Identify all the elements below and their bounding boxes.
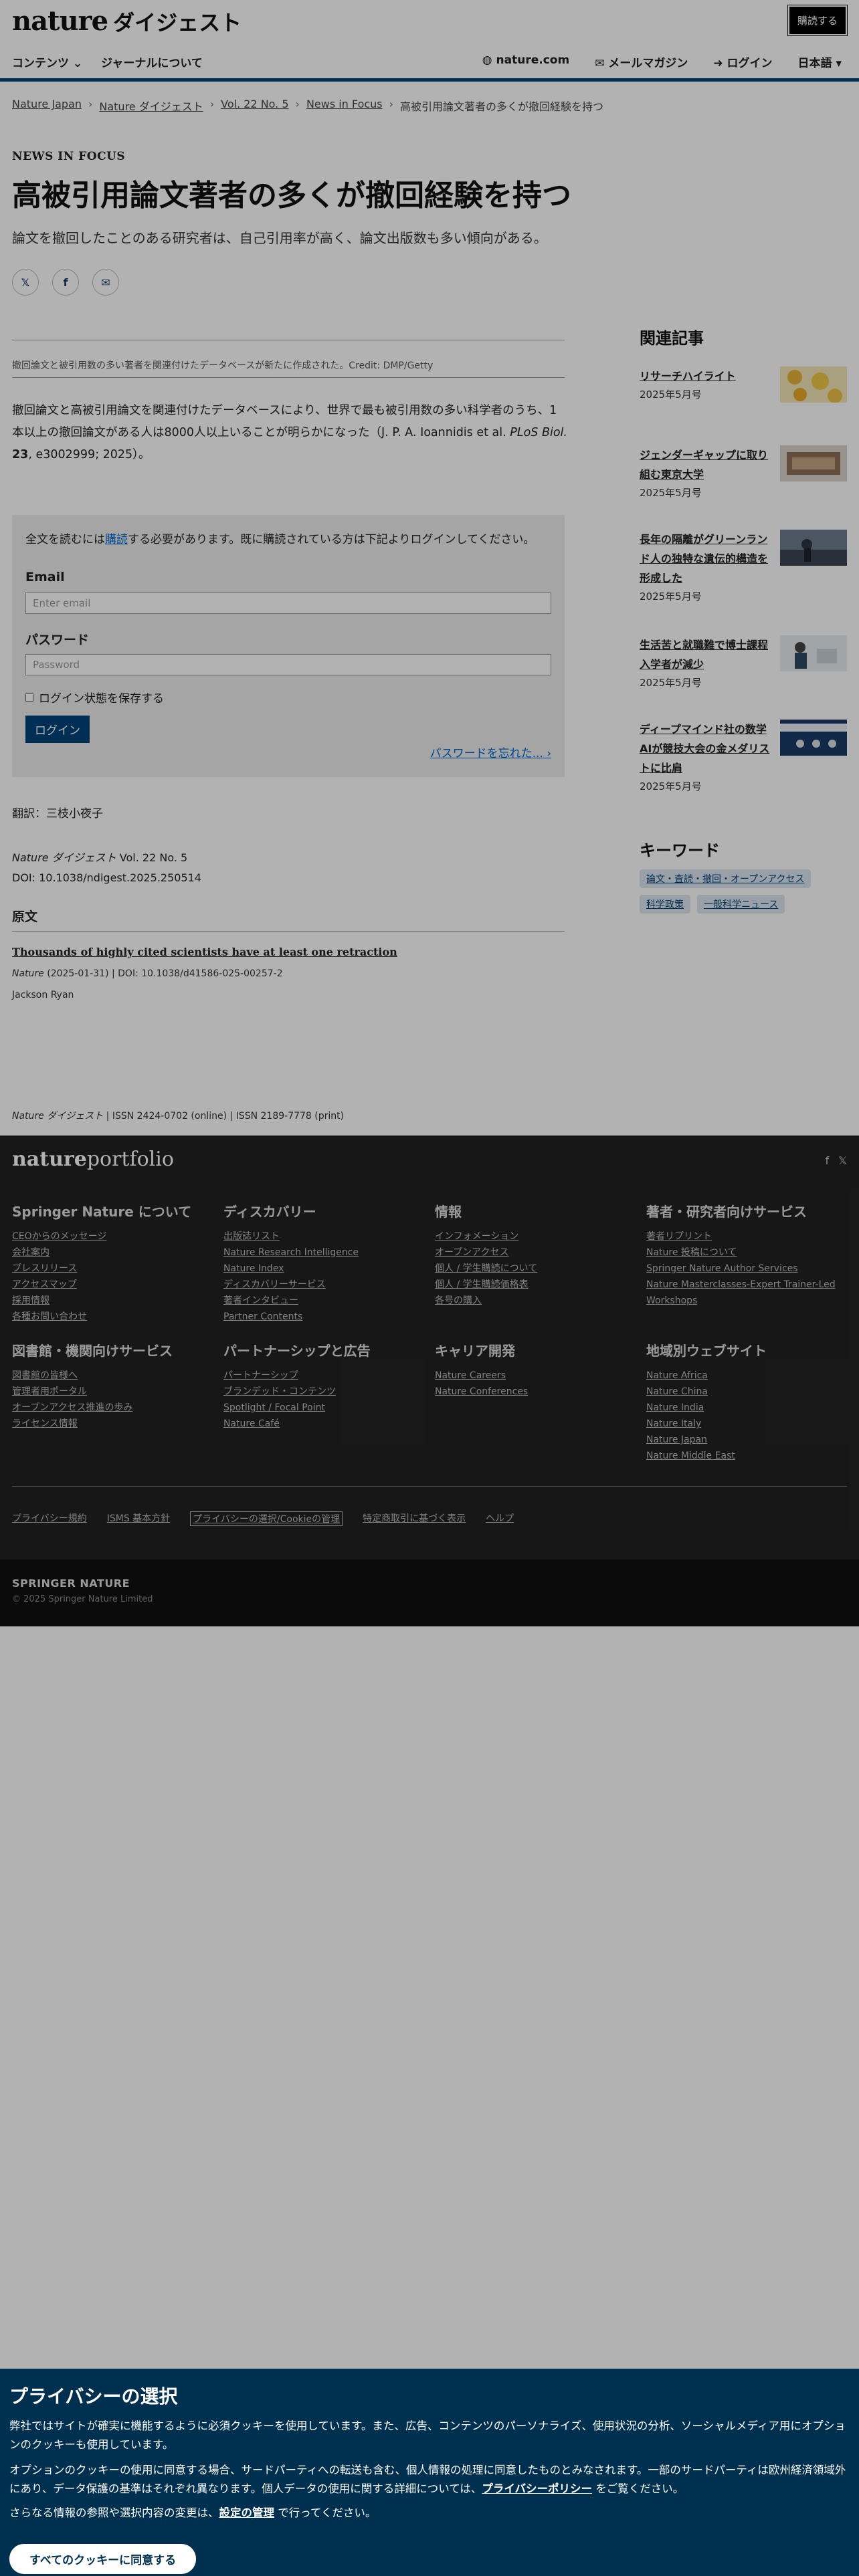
privacy-text-part: をご覧ください。	[592, 2482, 684, 2495]
page: nature ダイジェスト 購読する コンテンツ ⌄ ジャーナルについて ◍ na…	[0, 0, 859, 2576]
privacy-heading: プライバシーの選択	[9, 2385, 178, 2407]
modal-overlay	[0, 0, 859, 2576]
accept-all-cookies-button[interactable]: すべてのクッキーに同意する	[9, 2544, 197, 2574]
privacy-text: さらなる情報の参照や選択内容の変更は、設定の管理 で行ってください。	[9, 2504, 848, 2523]
privacy-policy-link[interactable]: プライバシーポリシー	[482, 2482, 592, 2495]
manage-settings-link[interactable]: 設定の管理	[219, 2506, 275, 2519]
privacy-text: オプションのクッキーの使用に同意する場合、サードパーティへの転送も含む、個人情報…	[9, 2461, 848, 2498]
privacy-text: 弊社ではサイトが確実に機能するように必須クッキーを使用しています。また、広告、コ…	[9, 2420, 846, 2451]
privacy-text-part: さらなる情報の参照や選択内容の変更は、	[9, 2506, 219, 2519]
privacy-text-part: オプションのクッキーの使用に同意する場合、サードパーティへの転送も含む、個人情報…	[9, 2464, 846, 2495]
privacy-text-part: で行ってください。	[274, 2506, 377, 2519]
privacy-banner: プライバシーの選択 弊社ではサイトが確実に機能するように必須クッキーを使用してい…	[0, 2369, 859, 2576]
